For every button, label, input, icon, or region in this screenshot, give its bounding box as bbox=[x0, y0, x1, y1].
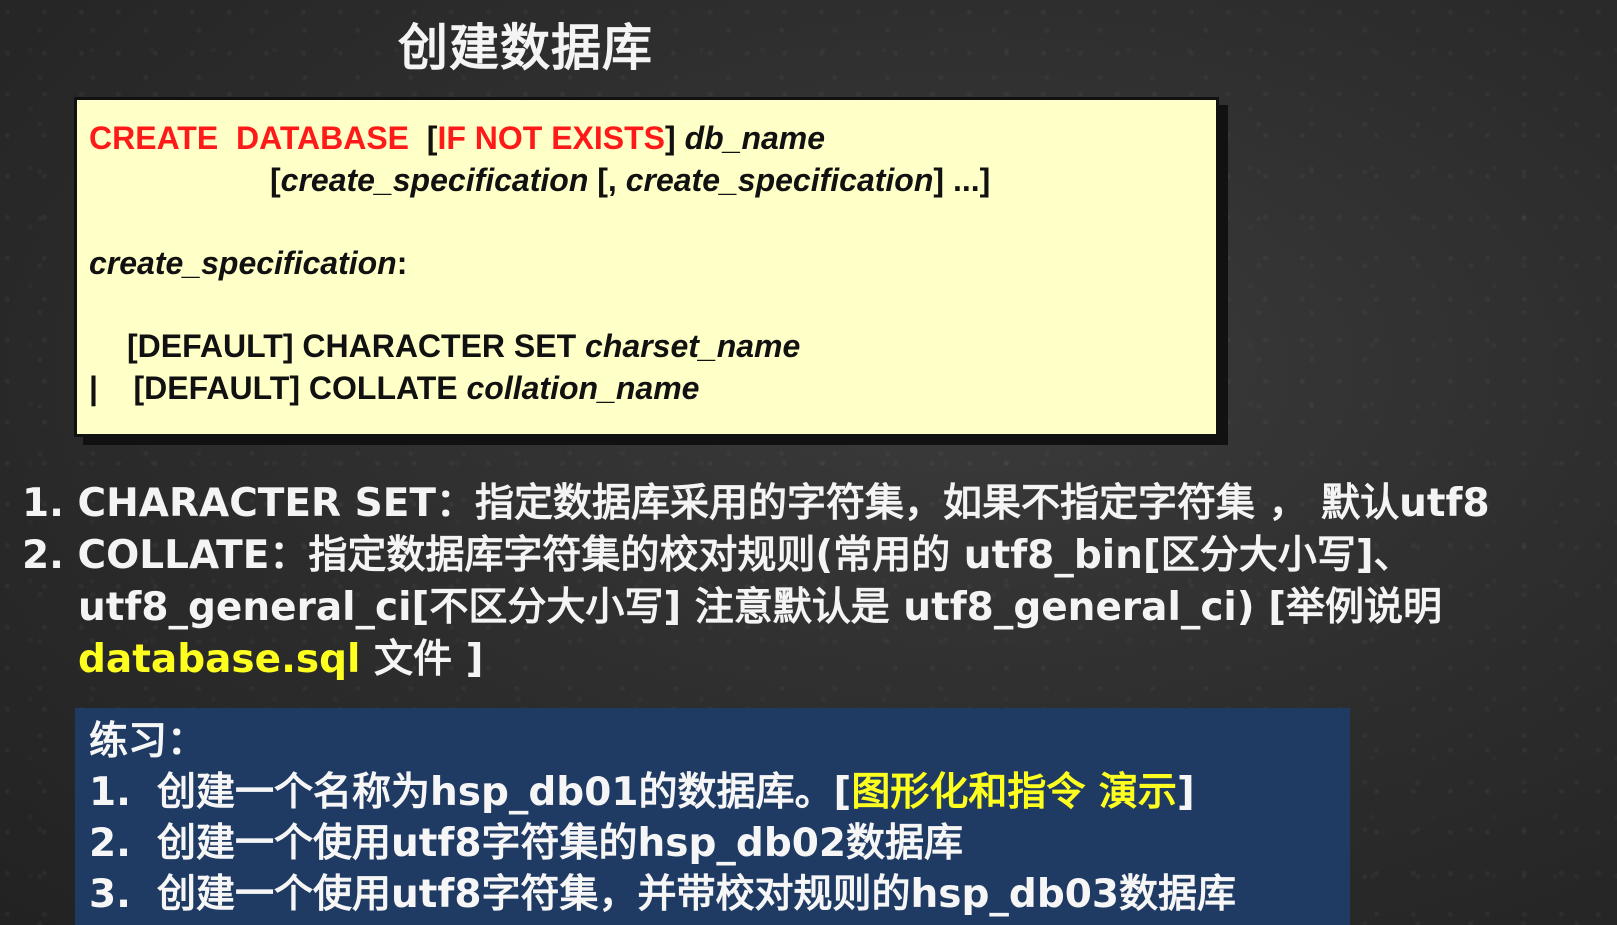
exercise-item: 3. 创建一个使用utf8字符集，并带校对规则的hsp_db03数据库 bbox=[89, 872, 1237, 917]
create-spec-2: create_specification bbox=[625, 162, 934, 198]
keyword-create: CREATE bbox=[89, 120, 219, 156]
option-collate-line: | [DEFAULT] COLLATE collation_name bbox=[89, 370, 699, 407]
option-collate-prefix: [DEFAULT] COLLATE bbox=[133, 370, 467, 406]
create-spec-1: create_specification bbox=[280, 162, 589, 198]
option-charset-line: [DEFAULT] CHARACTER SET charset_name bbox=[127, 328, 800, 365]
spec-label-line: create_specification: bbox=[89, 245, 408, 281]
notes-section: 1. CHARACTER SET：指定数据库采用的字符集，如果不指定字符集 ， … bbox=[22, 478, 1612, 686]
note-collate-line-2: utf8_general_ci[不区分大小写] 注意默认是 utf8_gener… bbox=[78, 585, 1443, 630]
exercise-box: 练习： 1. 创建一个名称为hsp_db01的数据库。[图形化和指令 演示] 2.… bbox=[75, 708, 1350, 925]
collation-name-placeholder: collation_name bbox=[466, 370, 700, 406]
bracket-open: [ bbox=[426, 120, 438, 156]
db-name-placeholder: db_name bbox=[684, 120, 826, 156]
note-collate-line-1: 2. COLLATE：指定数据库字符集的校对规则(常用的 utf8_bin[区分… bbox=[22, 533, 1413, 578]
database-sql-file: database.sql bbox=[78, 637, 361, 682]
exercise-item: 1. 创建一个名称为hsp_db01的数据库。[图形化和指令 演示] bbox=[89, 770, 1195, 815]
keyword-database: DATABASE bbox=[235, 120, 409, 156]
charset-name-placeholder: charset_name bbox=[585, 328, 801, 364]
exercise-highlight: 图形化和指令 演示 bbox=[851, 770, 1177, 815]
note-character-set: 1. CHARACTER SET：指定数据库采用的字符集，如果不指定字符集 ， … bbox=[22, 481, 1490, 526]
slide-title: 创建数据库 bbox=[398, 19, 653, 77]
spec-label: create_specification bbox=[89, 245, 397, 281]
syntax-line-1: CREATE DATABASE [IF NOT EXISTS] db_name bbox=[89, 120, 825, 157]
option-charset-prefix: [DEFAULT] CHARACTER SET bbox=[127, 328, 586, 364]
pipe-symbol: | bbox=[89, 370, 98, 406]
syntax-line-2: [create_specification [, create_specific… bbox=[270, 162, 991, 198]
note-collate-line-3: database.sql 文件 ] bbox=[78, 637, 484, 682]
keyword-if-not-exists: IF NOT EXISTS bbox=[437, 120, 666, 156]
syntax-box: CREATE DATABASE [IF NOT EXISTS] db_name … bbox=[74, 97, 1219, 437]
exercise-heading: 练习： bbox=[89, 719, 207, 764]
exercise-item: 2. 创建一个使用utf8字符集的hsp_db02数据库 bbox=[89, 821, 964, 866]
bracket-close: ] bbox=[665, 120, 676, 156]
